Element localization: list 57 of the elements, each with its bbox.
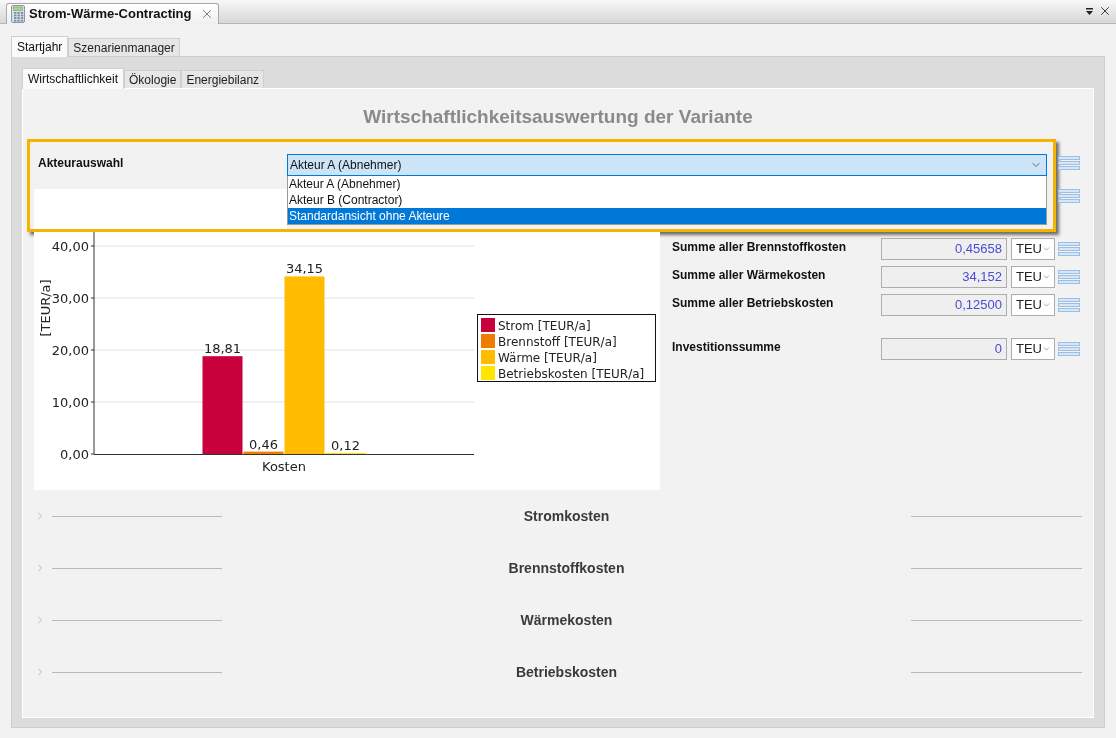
- unit-select[interactable]: TEU: [1011, 238, 1055, 260]
- menu-icon[interactable]: [1058, 270, 1080, 284]
- sum-label: Investitionssumme: [672, 339, 782, 355]
- menu-icon[interactable]: [1058, 156, 1080, 170]
- calculator-icon: [11, 5, 25, 23]
- legend-label: Strom [TEUR/a]: [498, 318, 591, 333]
- document-title: Strom-Wärme-Contracting: [29, 5, 192, 24]
- chevron-down-icon: [1042, 344, 1051, 354]
- category-label: Kosten: [262, 459, 306, 474]
- value-field[interactable]: 0,45658: [881, 238, 1007, 260]
- value-label: 34,15: [285, 261, 324, 277]
- tab[interactable]: Szenarienmanager: [68, 38, 180, 56]
- actor-select[interactable]: Akteur A (Abnehmer): [287, 154, 1047, 176]
- section-title[interactable]: Brennstoffkosten: [508, 560, 625, 576]
- legend-label: Betriebskosten [TEUR/a]: [498, 366, 645, 381]
- value-label: 18,81: [203, 341, 242, 357]
- value-field[interactable]: 0: [881, 338, 1007, 360]
- legend-label: Wärme [TEUR/a]: [498, 350, 597, 365]
- section-title[interactable]: Stromkosten: [523, 508, 610, 524]
- menu-icon[interactable]: [1058, 298, 1080, 312]
- tab[interactable]: Startjahr: [11, 36, 69, 57]
- menu-icon[interactable]: [1058, 342, 1080, 356]
- chevron-down-icon: [1042, 244, 1051, 254]
- menu-icon[interactable]: [1058, 242, 1080, 256]
- close-icon[interactable]: [1098, 4, 1112, 18]
- sum-label: Summe aller Wärmekosten: [672, 267, 827, 283]
- document-tab[interactable]: Strom-Wärme-Contracting: [6, 3, 219, 24]
- section-title[interactable]: Wärmekosten: [520, 612, 613, 628]
- value-field[interactable]: 0,12500: [881, 294, 1007, 316]
- unit-select[interactable]: TEU: [1011, 338, 1055, 360]
- unit-select[interactable]: TEU: [1011, 294, 1055, 316]
- sum-label: Summe aller Brennstoffkosten: [672, 239, 848, 255]
- tick-label: 0,00: [60, 446, 89, 462]
- unit-select[interactable]: TEU: [1011, 266, 1055, 288]
- dropdown-option[interactable]: Akteur B (Contractor): [288, 192, 1046, 208]
- legend-label: Brennstoff [TEUR/a]: [498, 334, 617, 349]
- subtab[interactable]: Ökologie: [124, 70, 182, 88]
- axis-title: [TEUR/a]: [38, 279, 53, 337]
- sum-label: Summe aller Betriebskosten: [672, 295, 835, 311]
- dropdown-option[interactable]: Standardansicht ohne Akteure: [288, 208, 1046, 224]
- tick-label: 30,00: [51, 290, 89, 306]
- subtab[interactable]: Energiebilanz: [181, 70, 265, 88]
- tick-label: 20,00: [51, 342, 89, 358]
- dropdown-option[interactable]: Akteur A (Abnehmer): [288, 176, 1046, 192]
- chevron-down-icon: [1042, 300, 1051, 310]
- value-label: 0,12: [331, 438, 360, 453]
- field-label: Akteurauswahl: [38, 155, 124, 171]
- section-title[interactable]: Betriebskosten: [515, 664, 618, 680]
- value-field[interactable]: 34,152: [881, 266, 1007, 288]
- page-heading: Wirtschaftlichkeitsauswertung der Variante: [363, 106, 753, 128]
- subtab[interactable]: Wirtschaftlichkeit: [22, 68, 125, 89]
- dropdown-arrow-icon[interactable]: [1085, 6, 1094, 16]
- chevron-down-icon: [1042, 272, 1051, 282]
- menu-icon[interactable]: [1058, 189, 1080, 203]
- tick-label: 40,00: [51, 238, 89, 254]
- value-label: 0,46: [249, 436, 278, 452]
- tick-label: 10,00: [51, 394, 89, 410]
